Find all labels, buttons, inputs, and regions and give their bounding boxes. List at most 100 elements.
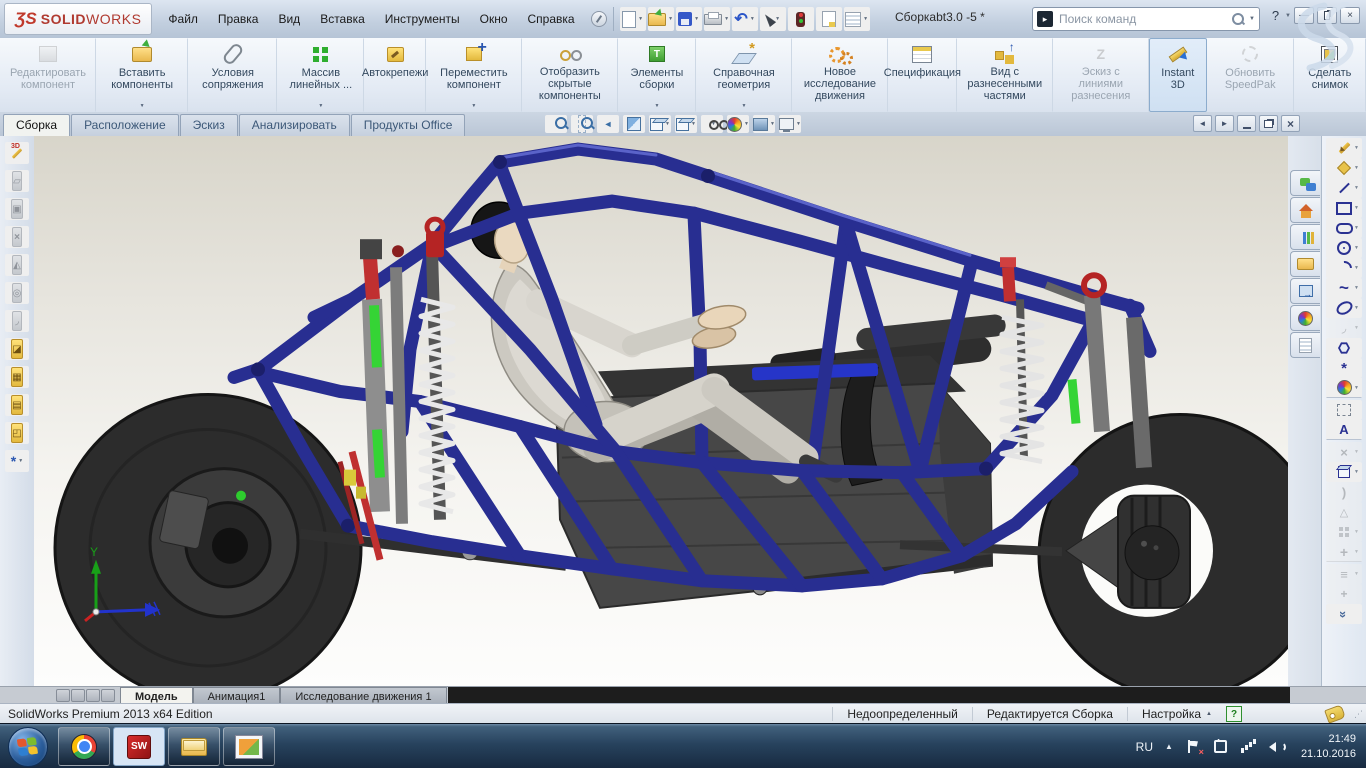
display-relations-button[interactable] — [1326, 564, 1362, 584]
ellipse-button[interactable] — [1326, 298, 1362, 318]
move-component-button[interactable]: Переместить компонент — [426, 38, 522, 112]
chrome-button[interactable] — [58, 727, 110, 766]
language-indicator[interactable]: RU — [1136, 740, 1153, 754]
cut-button[interactable] — [5, 394, 29, 416]
search-input[interactable] — [1057, 11, 1227, 27]
action-center-icon[interactable]: × — [1185, 739, 1201, 755]
apply-scene-button[interactable] — [753, 115, 775, 133]
rebuild-button[interactable] — [788, 7, 814, 31]
tab-sketch[interactable]: Эскиз — [180, 114, 238, 136]
point-button[interactable] — [1326, 358, 1362, 378]
Окно[interactable]: Окно — [470, 8, 518, 30]
close-doc-button[interactable] — [1281, 115, 1300, 132]
custom-properties-button[interactable] — [1290, 332, 1320, 358]
tab-assembly[interactable]: Сборка — [3, 114, 70, 136]
offset-button[interactable] — [5, 282, 29, 304]
open-button[interactable] — [648, 7, 674, 31]
select-region-button[interactable] — [1326, 400, 1362, 420]
select-button[interactable] — [760, 7, 786, 31]
sketch-pencil-button[interactable] — [1326, 138, 1362, 158]
smart-dimension-button[interactable] — [1326, 158, 1362, 178]
save-button[interactable] — [676, 7, 702, 31]
assembly-features-button[interactable]: Элементы сборки — [618, 38, 696, 112]
search-magnifier-icon[interactable] — [1231, 12, 1245, 26]
tab-evaluate[interactable]: Анализировать — [239, 114, 350, 136]
collapse-left-button[interactable] — [1193, 115, 1212, 132]
repair-sketch-button[interactable] — [1326, 584, 1362, 604]
edit-component-button[interactable]: Редактировать компонент — [0, 38, 96, 112]
file-explorer-button[interactable] — [1290, 251, 1320, 277]
trim-button[interactable] — [5, 226, 29, 248]
restore-doc-button[interactable] — [1259, 115, 1278, 132]
menu-pin-icon[interactable] — [591, 11, 607, 27]
Правка[interactable]: Правка — [208, 8, 269, 30]
reference-geometry-button[interactable]: Справочная геометрия — [696, 38, 792, 112]
circle-button[interactable] — [1326, 238, 1362, 258]
polygon-button[interactable] — [1326, 338, 1362, 358]
explorer-button[interactable] — [168, 727, 220, 766]
text-button[interactable] — [1326, 420, 1362, 440]
sketch-fillet-button[interactable] — [1326, 318, 1362, 338]
mate-button[interactable]: Условия сопряжения — [188, 38, 277, 112]
undo-button[interactable] — [732, 7, 758, 31]
new-document-button[interactable] — [620, 7, 646, 31]
photo-viewer-button[interactable] — [223, 727, 275, 766]
show-hidden-components-button[interactable]: Отобразить скрытые компоненты — [522, 38, 618, 112]
viewport-canvas[interactable]: Y — [34, 136, 1289, 686]
display-style-button[interactable] — [675, 115, 697, 133]
zoom-to-area-button[interactable] — [571, 115, 593, 133]
instant-3d-button[interactable]: Instant 3D — [1149, 38, 1207, 112]
offset-entities-button[interactable] — [1326, 482, 1362, 502]
hidden-icons-button[interactable]: ▲ — [1165, 742, 1173, 751]
rectangle-button[interactable] — [1326, 198, 1362, 218]
clock[interactable]: 21:49 21.10.2016 — [1297, 732, 1356, 762]
view-settings-button[interactable] — [779, 115, 801, 133]
arc-button[interactable] — [1326, 258, 1362, 278]
insert-components-button[interactable]: Вставить компоненты — [96, 38, 188, 112]
extrude-button[interactable] — [5, 366, 29, 388]
mirror-entities-button[interactable] — [1326, 502, 1362, 522]
Вставка[interactable]: Вставка — [310, 8, 375, 30]
slot-button[interactable] — [1326, 218, 1362, 238]
convert-button[interactable] — [5, 198, 29, 220]
mirror-button[interactable] — [5, 254, 29, 276]
move-entities-button[interactable] — [1326, 542, 1362, 562]
convert-entities-button[interactable] — [1326, 462, 1362, 482]
sketch-button[interactable] — [5, 170, 29, 192]
search-dropdown-icon[interactable]: ▼ — [1249, 16, 1255, 22]
line-button[interactable] — [1326, 178, 1362, 198]
tab-animation1[interactable]: Анимация1 — [193, 687, 281, 704]
Справка[interactable]: Справка — [518, 8, 585, 30]
Файл[interactable]: Файл — [158, 8, 208, 30]
model-tab-next-button[interactable] — [86, 689, 100, 702]
zoom-to-fit-button[interactable] — [545, 115, 567, 133]
power-icon[interactable] — [1213, 739, 1229, 755]
tab-office-products[interactable]: Продукты Office — [351, 114, 466, 136]
model-tab-last-button[interactable] — [101, 689, 115, 702]
more-tools-button[interactable] — [1326, 604, 1362, 624]
linear-pattern-button[interactable] — [1326, 522, 1362, 542]
new-motion-study-button[interactable]: Новое исследование движения — [792, 38, 888, 112]
print-button[interactable] — [704, 7, 730, 31]
tag-icon[interactable] — [1324, 704, 1346, 723]
model-tab-first-button[interactable] — [56, 689, 70, 702]
previous-view-button[interactable] — [597, 115, 619, 133]
resources-button[interactable] — [1290, 170, 1320, 196]
collapse-right-button[interactable] — [1215, 115, 1234, 132]
Вид[interactable]: Вид — [268, 8, 310, 30]
loft-button[interactable] — [5, 422, 29, 444]
sketch-3d-button[interactable] — [5, 142, 29, 164]
quick-tip-help-button[interactable]: ? — [1226, 706, 1242, 722]
volume-icon[interactable] — [1269, 739, 1285, 755]
section-view-button[interactable] — [623, 115, 645, 133]
home-button[interactable] — [1290, 197, 1320, 223]
spline-button[interactable] — [1326, 278, 1362, 298]
custom-status-button[interactable]: Настройка▲ — [1127, 707, 1226, 721]
options-button[interactable] — [844, 7, 870, 31]
start-button[interactable] — [8, 727, 48, 767]
smart-fasteners-button[interactable]: Автокрепежи — [364, 38, 425, 112]
tab-motion-study1[interactable]: Исследование движения 1 — [280, 687, 446, 704]
Инструменты[interactable]: Инструменты — [375, 8, 470, 30]
view-palette-button[interactable] — [1290, 278, 1320, 304]
solidworks-button[interactable] — [113, 727, 165, 766]
